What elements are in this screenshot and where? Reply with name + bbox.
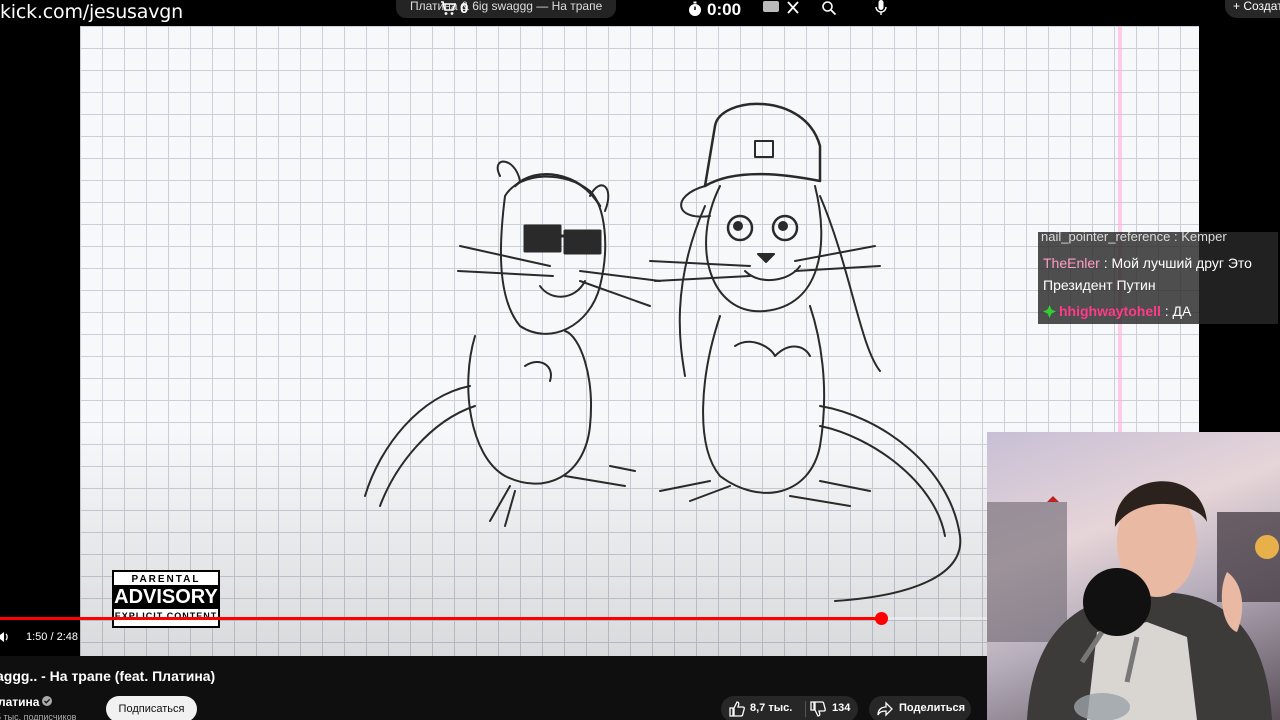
chat-username[interactable]: TheEnler xyxy=(1043,255,1100,271)
progress-scrubber[interactable] xyxy=(875,612,889,625)
chat-username[interactable]: hhighwaytohell xyxy=(1059,303,1161,319)
like-count[interactable]: 8,7 тыс. xyxy=(750,702,792,714)
webcam-streamer-figure xyxy=(987,481,1280,720)
create-button[interactable]: + Создать xyxy=(1225,0,1280,18)
cart-count: 0 xyxy=(460,0,469,17)
chat-text: : ДА xyxy=(1164,303,1192,319)
chat-truncated-line: nail_pointer_reference : Kemper xyxy=(1038,232,1278,250)
stream-url-overlay: kick.com/jesusavgn xyxy=(0,1,183,23)
rats-drawing-illustration xyxy=(364,102,962,602)
video-info-bar: aggg.. - На трапе (feat. Платина) латина… xyxy=(0,656,987,720)
progress-bar[interactable] xyxy=(0,612,990,625)
time-readout: 1:50 / 2:48 xyxy=(26,631,78,643)
channel-name[interactable]: латина xyxy=(0,695,39,709)
video-title: aggg.. - На трапе (feat. Платина) xyxy=(0,668,216,684)
captions-icon[interactable] xyxy=(763,1,779,12)
share-icon xyxy=(877,701,893,717)
thumbs-up-icon[interactable] xyxy=(729,701,745,717)
chat-overlay: nail_pointer_reference : Kemper TheEnler… xyxy=(1038,232,1278,324)
progress-fill xyxy=(0,617,882,620)
like-dislike-group: 8,7 тыс. 134 xyxy=(721,696,858,720)
thumbs-down-icon[interactable] xyxy=(810,701,826,717)
top-bar: kick.com/jesusavgn Платина & 6ig swaggg … xyxy=(0,0,1280,26)
webcam-feed xyxy=(987,432,1280,720)
dislike-count[interactable]: 134 xyxy=(832,702,850,714)
timer-readout: 0:00 xyxy=(707,0,742,19)
verified-icon xyxy=(42,696,52,706)
close-icon[interactable] xyxy=(785,0,801,16)
chat-message: TheEnler : Мой лучший друг Это Президент… xyxy=(1038,250,1278,298)
now-playing-title[interactable]: Платина & 6ig swaggg — На трапе xyxy=(396,0,617,18)
chat-badge-icon xyxy=(1043,305,1056,318)
chat-message: hhighwaytohell : ДА xyxy=(1038,298,1278,324)
share-button[interactable]: Поделиться xyxy=(869,696,971,720)
stopwatch-icon xyxy=(689,1,701,16)
like-divider xyxy=(805,701,806,717)
cart-icon[interactable] xyxy=(440,0,456,16)
search-icon[interactable] xyxy=(821,0,837,16)
video-artifact-line xyxy=(1118,26,1122,436)
subscribe-button[interactable]: Подписаться xyxy=(106,696,197,720)
share-label: Поделиться xyxy=(899,702,966,714)
subscriber-count: 5 тыс. подписчиков xyxy=(0,712,77,720)
volume-icon[interactable] xyxy=(0,630,10,644)
advisory-mid-text: ADVISORY xyxy=(114,585,218,609)
advisory-top-text: PARENTAL xyxy=(131,574,201,585)
microphone-icon[interactable] xyxy=(873,0,889,16)
